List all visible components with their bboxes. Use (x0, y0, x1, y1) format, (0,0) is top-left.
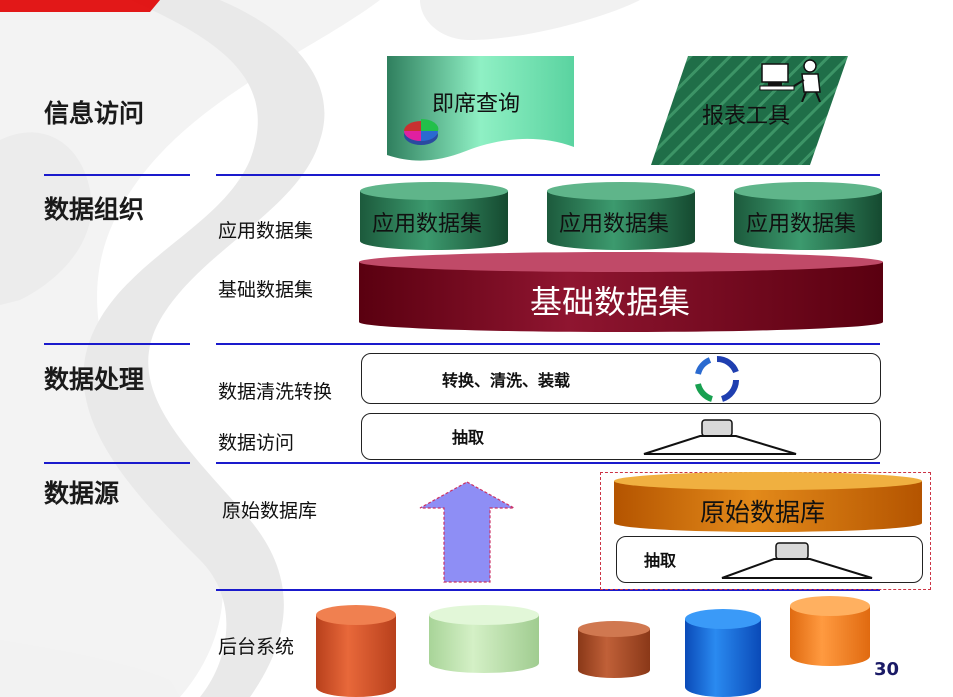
row-label-backend: 后台系统 (218, 636, 295, 658)
up-arrow (419, 481, 515, 583)
row-label-clean-convert: 数据清洗转换 (218, 381, 333, 403)
recycle-icon (695, 355, 739, 402)
funnel-icon-2 (721, 542, 873, 579)
layer-title-access: 信息访问 (44, 99, 145, 128)
report-tool-label: 报表工具 (702, 104, 791, 129)
divider-org-left (44, 343, 190, 345)
divider-org-right (216, 343, 880, 345)
person-at-computer-icon (759, 59, 821, 102)
extract-text: 抽取 (452, 428, 485, 447)
transform-text: 转换、清洗、装载 (442, 371, 571, 390)
backend-db-lightgreen (429, 605, 539, 673)
raw-extract-text: 抽取 (644, 551, 677, 570)
row-label-base-dataset: 基础数据集 (218, 279, 314, 301)
row-label-data-access: 数据访问 (218, 432, 295, 454)
app-dataset-cylinder-3-label: 应用数据集 (746, 212, 857, 237)
raw-db-cylinder-label: 原始数据库 (700, 498, 826, 527)
backend-db-red (316, 605, 396, 697)
adhoc-query-label: 即席查询 (432, 92, 521, 117)
backend-db-blue (685, 609, 761, 697)
app-dataset-cylinder-2-label: 应用数据集 (559, 212, 670, 237)
backend-db-brown (578, 621, 650, 678)
page-number: 30 (874, 659, 900, 680)
pie-chart-icon (404, 118, 439, 145)
divider-proc-right (216, 462, 880, 464)
layer-title-organization: 数据组织 (44, 195, 145, 224)
layer-title-source: 数据源 (44, 479, 120, 508)
backend-db-orange (790, 596, 870, 666)
divider-access-right (216, 174, 880, 176)
funnel-icon (643, 419, 797, 455)
row-label-app-dataset: 应用数据集 (218, 220, 314, 242)
row-label-raw-db: 原始数据库 (222, 500, 318, 522)
transform-box (361, 353, 881, 404)
divider-proc-left (44, 462, 190, 464)
divider-access-left (44, 174, 190, 176)
extract-box (361, 413, 881, 460)
base-dataset-cylinder-label: 基础数据集 (530, 283, 691, 321)
layer-title-processing: 数据处理 (44, 365, 145, 394)
app-dataset-cylinder-1-label: 应用数据集 (372, 212, 483, 237)
